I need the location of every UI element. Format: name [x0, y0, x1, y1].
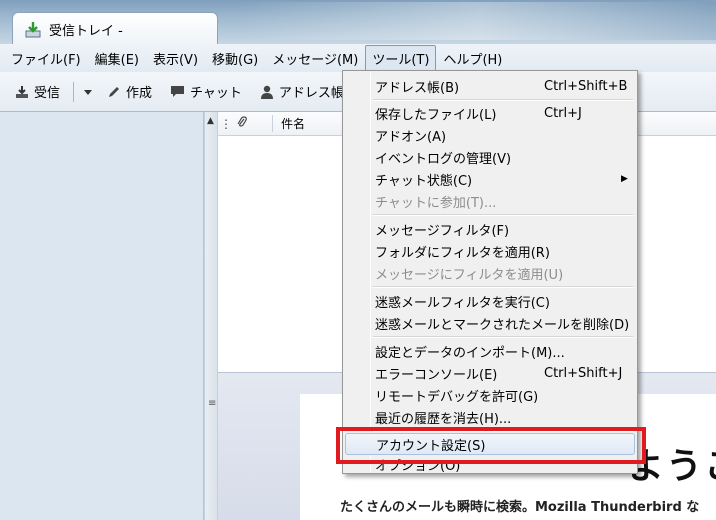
menu-separator: [373, 214, 633, 216]
get-mail-button[interactable]: 受信: [8, 78, 67, 105]
menu-separator: [373, 99, 633, 101]
menu-edit[interactable]: 編集(E): [88, 45, 146, 72]
chat-bubble-icon: [170, 85, 185, 99]
menu-item-join-chat: チャットに参加(T)...: [375, 195, 497, 211]
menu-item-chat-status[interactable]: チャット状態(C) ▶: [345, 168, 635, 190]
get-mail-dropdown-button[interactable]: [80, 82, 96, 102]
menu-item-saved-files[interactable]: 保存したファイル(L) Ctrl+J: [345, 102, 635, 124]
address-book-button[interactable]: アドレス帳: [253, 78, 351, 105]
menu-item-delete-junk[interactable]: 迷惑メールとマークされたメールを削除(D): [345, 312, 635, 334]
menu-separator: [373, 336, 633, 338]
splitter-grip-icon[interactable]: ≡: [208, 398, 216, 409]
inbox-download-icon: [23, 20, 43, 40]
highlight-annotation-box: [336, 427, 646, 464]
chat-button[interactable]: チャット: [163, 78, 249, 105]
download-icon: [15, 85, 29, 99]
tab-inbox[interactable]: 受信トレイ -: [12, 12, 218, 46]
address-book-label: アドレス帳: [278, 86, 344, 101]
menu-item-error-console[interactable]: エラーコンソール(E) Ctrl+Shift+J: [345, 362, 635, 384]
menu-item-run-filters-on-message: メッセージにフィルタを適用(U): [375, 267, 564, 283]
menu-item-activity-manager[interactable]: イベントログの管理(V): [345, 146, 635, 168]
menu-item-import[interactable]: 設定とデータのインポート(M)...: [345, 340, 635, 362]
folder-pane[interactable]: [0, 112, 204, 520]
menu-item-remote-debugging[interactable]: リモートデバッグを許可(G): [345, 384, 635, 406]
person-icon: [260, 85, 274, 99]
start-page-text: たくさんのメールも瞬時に検索。Mozilla Thunderbird な: [340, 500, 700, 515]
titlebar-glass: [240, 2, 716, 40]
submenu-arrow-icon: ▶: [621, 174, 628, 184]
menu-tools[interactable]: ツール(T): [365, 44, 437, 72]
get-mail-label: 受信: [34, 86, 61, 101]
write-button[interactable]: 作成: [100, 78, 159, 105]
menubar: ファイル(F) 編集(E) 表示(V) 移動(G) メッセージ(M) ツール(T…: [0, 44, 716, 72]
menu-item-run-filters-on-folder[interactable]: フォルダにフィルタを適用(R): [345, 240, 635, 262]
subject-column-header[interactable]: 件名: [272, 115, 305, 132]
menu-go[interactable]: 移動(G): [205, 45, 265, 72]
thread-column-icon[interactable]: ⋮: [218, 117, 234, 131]
menu-help[interactable]: ヘルプ(H): [436, 45, 509, 72]
tools-dropdown-menu: アドレス帳(B) Ctrl+Shift+B 保存したファイル(L) Ctrl+J…: [342, 70, 638, 474]
pencil-icon: [107, 85, 121, 99]
attachment-column-icon[interactable]: [234, 116, 250, 131]
chat-label: チャット: [190, 86, 242, 101]
chevron-down-icon: [84, 84, 93, 99]
menu-separator: [373, 286, 633, 288]
menu-item-address-book[interactable]: アドレス帳(B) Ctrl+Shift+B: [345, 75, 635, 97]
menu-item-addons[interactable]: アドオン(A): [345, 124, 635, 146]
tab-label: 受信トレイ -: [49, 24, 123, 39]
toolbar-separator: [73, 81, 75, 102]
write-label: 作成: [126, 86, 153, 101]
menu-view[interactable]: 表示(V): [146, 45, 205, 72]
menu-message[interactable]: メッセージ(M): [265, 45, 365, 72]
menu-item-clear-history[interactable]: 最近の履歴を消去(H)...: [345, 406, 635, 428]
menu-item-message-filters[interactable]: メッセージフィルタ(F): [345, 218, 635, 240]
pane-scrollbar[interactable]: ▲ ≡: [204, 112, 218, 520]
scroll-up-arrow-icon[interactable]: ▲: [207, 116, 214, 126]
menu-file[interactable]: ファイル(F): [4, 45, 88, 72]
menu-item-run-junk-controls[interactable]: 迷惑メールフィルタを実行(C): [345, 290, 635, 312]
